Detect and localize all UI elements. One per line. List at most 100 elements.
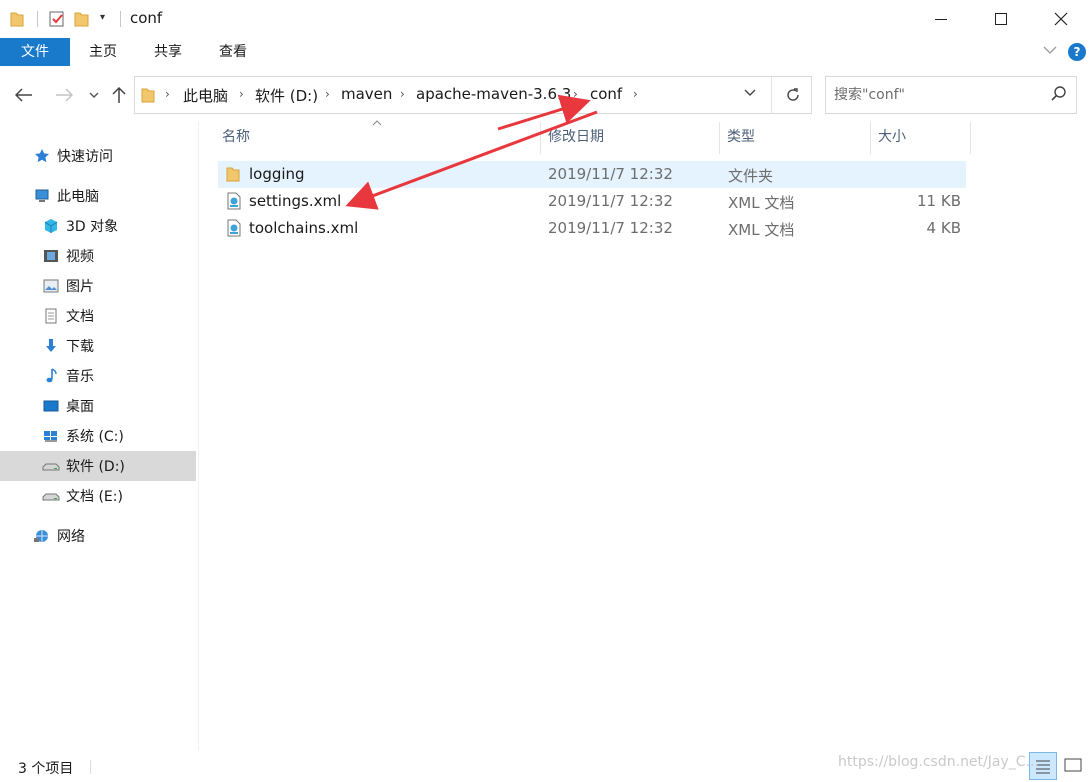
ribbon: 文件 主页 共享 查看 ?: [0, 38, 1091, 68]
help-button[interactable]: ?: [1068, 43, 1086, 61]
up-button[interactable]: [107, 82, 131, 108]
nav-label: 桌面: [66, 399, 94, 415]
window-title: conf: [130, 9, 163, 27]
breadcrumb-chevron-icon[interactable]: ›: [633, 87, 638, 101]
file-date: 2019/11/7 12:32: [548, 219, 673, 237]
back-button[interactable]: [12, 82, 36, 108]
item-count: 3 个项目: [18, 761, 74, 777]
nav-downloads[interactable]: 下载: [0, 331, 196, 361]
column-header-size[interactable]: 大小: [868, 122, 968, 154]
search-icon[interactable]: [1050, 85, 1070, 105]
breadcrumb-chevron-icon[interactable]: ›: [239, 87, 244, 101]
file-row-settings[interactable]: settings.xml 2019/11/7 12:32 XML 文档 11 K…: [218, 188, 966, 215]
large-icons-view-button[interactable]: [1060, 752, 1086, 780]
navigation-bar: › 此电脑 › 软件 (D:) › maven › apache-maven-3…: [0, 68, 1091, 122]
address-history-dropdown[interactable]: [735, 86, 765, 106]
breadcrumb-conf[interactable]: conf: [590, 85, 622, 103]
expand-ribbon-chevron-icon[interactable]: [1043, 44, 1057, 58]
nav-pictures[interactable]: 图片: [0, 271, 196, 301]
network-icon: [33, 527, 51, 545]
minimize-icon: [935, 18, 947, 20]
nav-label: 网络: [57, 529, 85, 545]
breadcrumb-drive-d[interactable]: 软件 (D:): [255, 85, 318, 106]
recent-locations-button[interactable]: [82, 82, 106, 108]
tab-view[interactable]: 查看: [208, 38, 258, 66]
up-arrow-icon: [112, 86, 126, 103]
documents-icon: [42, 307, 60, 325]
file-date: 2019/11/7 12:32: [548, 192, 673, 210]
maximize-button[interactable]: [978, 0, 1024, 38]
new-folder-icon[interactable]: [74, 9, 90, 29]
nav-desktop[interactable]: 桌面: [0, 391, 196, 421]
column-divider[interactable]: [970, 122, 971, 154]
nav-network[interactable]: 网络: [0, 521, 196, 551]
toolbar-divider: [120, 11, 121, 27]
nav-label: 快速访问: [57, 149, 113, 165]
desktop-icon: [42, 397, 60, 415]
breadcrumb-chevron-icon[interactable]: ›: [573, 87, 578, 101]
file-list: 名称 修改日期 类型 大小 logging 2019/11/7 12:32 文件…: [212, 120, 1080, 750]
customize-toolbar-dropdown-icon[interactable]: ▾: [100, 12, 105, 23]
xml-file-icon: [226, 192, 244, 212]
close-button[interactable]: [1038, 0, 1084, 38]
watermark: https://blog.csdn.net/Jay_C...: [838, 754, 1039, 770]
file-name: logging: [249, 165, 305, 183]
pictures-icon: [42, 277, 60, 295]
properties-icon[interactable]: [48, 9, 66, 29]
nav-label: 下载: [66, 339, 94, 355]
file-type: XML 文档: [728, 221, 795, 239]
breadcrumb-maven[interactable]: maven: [341, 85, 392, 103]
this-pc-icon: [33, 187, 51, 205]
music-icon: [42, 367, 60, 385]
nav-quick-access[interactable]: 快速访问: [0, 141, 196, 171]
pane-splitter[interactable]: [198, 122, 199, 750]
xml-file-icon: [226, 219, 244, 239]
nav-system-drive-c[interactable]: 系统 (C:): [0, 421, 196, 451]
nav-label: 视频: [66, 249, 94, 265]
nav-3d-objects[interactable]: 3D 对象: [0, 211, 196, 241]
file-row-logging[interactable]: logging 2019/11/7 12:32 文件夹: [218, 161, 966, 188]
nav-videos[interactable]: 视频: [0, 241, 196, 271]
folder-icon: [226, 165, 244, 185]
forward-button[interactable]: [52, 82, 76, 108]
file-size: 4 KB: [926, 219, 961, 237]
quick-access-star-icon: [33, 147, 51, 165]
nav-label: 软件 (D:): [66, 459, 125, 475]
close-icon: [1054, 12, 1068, 26]
3d-objects-icon: [42, 217, 60, 235]
column-header-type[interactable]: 类型: [717, 122, 869, 154]
refresh-icon: [787, 88, 799, 101]
address-bar[interactable]: › 此电脑 › 软件 (D:) › maven › apache-maven-3…: [134, 76, 812, 114]
nav-label: 3D 对象: [66, 219, 119, 235]
column-header-date[interactable]: 修改日期: [538, 122, 718, 154]
file-name: toolchains.xml: [249, 219, 359, 237]
minimize-button[interactable]: [918, 0, 964, 38]
folder-icon: [141, 86, 155, 108]
nav-drive-e[interactable]: 文档 (E:): [0, 481, 196, 511]
tab-share[interactable]: 共享: [142, 38, 194, 66]
forward-arrow-icon: [56, 88, 73, 102]
nav-label: 图片: [66, 279, 94, 295]
tab-home[interactable]: 主页: [78, 38, 128, 66]
chevron-down-icon: [744, 89, 756, 96]
tab-file[interactable]: 文件: [0, 38, 70, 66]
title-bar: ▾ conf: [0, 0, 1091, 38]
breadcrumb-this-pc[interactable]: 此电脑: [183, 85, 228, 106]
toolbar-divider: [37, 11, 38, 27]
nav-documents[interactable]: 文档: [0, 301, 196, 331]
breadcrumb-apache-maven[interactable]: apache-maven-3.6.3: [416, 85, 571, 103]
nav-this-pc[interactable]: 此电脑: [0, 181, 196, 211]
nav-label: 文档: [66, 309, 94, 325]
breadcrumb-chevron-icon[interactable]: ›: [165, 87, 170, 101]
file-name: settings.xml: [249, 192, 342, 210]
file-row-toolchains[interactable]: toolchains.xml 2019/11/7 12:32 XML 文档 4 …: [218, 215, 966, 242]
nav-drive-d[interactable]: 软件 (D:): [0, 451, 196, 481]
breadcrumb-chevron-icon[interactable]: ›: [400, 87, 405, 101]
search-input[interactable]: [834, 85, 1044, 105]
breadcrumb-chevron-icon[interactable]: ›: [325, 87, 330, 101]
refresh-button[interactable]: [779, 81, 807, 109]
nav-label: 此电脑: [57, 189, 99, 205]
file-type: 文件夹: [728, 167, 774, 185]
nav-music[interactable]: 音乐: [0, 361, 196, 391]
column-header-name[interactable]: 名称: [212, 122, 540, 154]
